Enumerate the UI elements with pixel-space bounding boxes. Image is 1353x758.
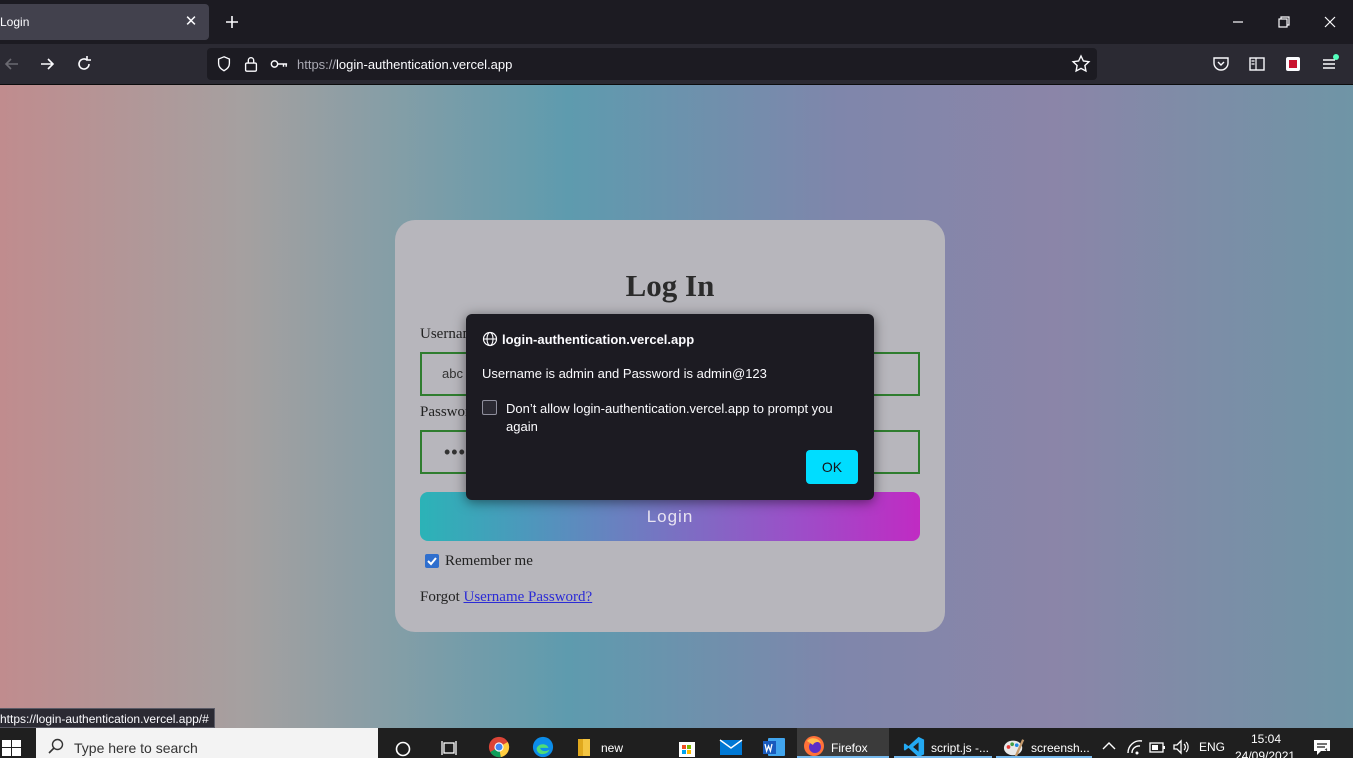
reader-sidebar-icon[interactable] xyxy=(1247,54,1267,74)
dialog-message: Username is admin and Password is admin@… xyxy=(482,366,767,381)
mail-icon[interactable] xyxy=(719,738,743,756)
url-text[interactable]: https://login-authentication.vercel.app xyxy=(297,57,512,72)
notification-count: 1 xyxy=(1324,747,1330,757)
nav-toolbar: https://login-authentication.vercel.app xyxy=(0,44,1353,85)
remember-checkbox[interactable] xyxy=(425,554,439,568)
url-host: login-authentication.vercel.app xyxy=(336,57,513,72)
new-tab-icon[interactable] xyxy=(222,12,242,32)
language-indicator[interactable]: ENG xyxy=(1199,740,1225,754)
word-icon[interactable] xyxy=(762,737,786,757)
url-protocol: https:// xyxy=(297,57,337,72)
alert-dialog: login-authentication.vercel.app Username… xyxy=(466,314,874,500)
firefox-label: Firefox xyxy=(831,741,868,755)
file-explorer-icon[interactable] xyxy=(576,737,594,757)
battery-icon[interactable] xyxy=(1149,739,1167,755)
volume-icon[interactable] xyxy=(1172,739,1190,755)
remember-label: Remember me xyxy=(445,553,533,569)
extension-icon[interactable] xyxy=(1283,54,1303,74)
chevron-up-icon[interactable] xyxy=(1102,740,1116,752)
forgot-prefix: Forgot xyxy=(420,589,460,605)
wifi-icon[interactable] xyxy=(1126,739,1144,755)
key-icon[interactable] xyxy=(269,55,289,73)
restore-icon[interactable] xyxy=(1274,12,1294,32)
taskbar-app-new[interactable]: new xyxy=(601,741,623,755)
paint-icon[interactable] xyxy=(1002,736,1026,758)
store-icon[interactable] xyxy=(677,736,697,758)
taskbar-app-firefox[interactable]: Firefox xyxy=(797,728,889,758)
shield-icon[interactable] xyxy=(215,55,233,73)
globe-icon xyxy=(482,331,498,347)
reload-icon[interactable] xyxy=(74,54,94,74)
back-icon[interactable] xyxy=(2,54,22,74)
dont-allow-label[interactable]: Don’t allow login-authentication.vercel.… xyxy=(506,400,856,436)
lock-icon[interactable] xyxy=(242,55,260,73)
password-mask: ••• xyxy=(444,442,466,462)
forward-icon[interactable] xyxy=(37,54,57,74)
tab-title: Login xyxy=(0,15,30,29)
search-icon xyxy=(48,738,64,754)
windows-start-icon[interactable] xyxy=(2,740,22,756)
username-value: abc xyxy=(442,366,463,381)
firefox-icon xyxy=(804,736,824,756)
dont-allow-checkbox[interactable] xyxy=(482,400,497,415)
url-bar[interactable]: https://login-authentication.vercel.app xyxy=(207,48,1097,80)
edge-icon[interactable] xyxy=(531,736,555,758)
checkmark-icon xyxy=(427,557,437,566)
minimize-icon[interactable] xyxy=(1228,12,1248,32)
task-view-icon[interactable] xyxy=(441,739,461,757)
status-url: https://login-authentication.vercel.app/… xyxy=(0,708,215,728)
chrome-icon[interactable] xyxy=(487,736,511,758)
clock-time[interactable]: 15:04 xyxy=(1251,732,1281,746)
forgot-link[interactable]: Username Password? xyxy=(463,589,592,605)
ok-button[interactable]: OK xyxy=(806,450,858,484)
tab-bar: Login ✕ xyxy=(0,0,1353,44)
search-placeholder: Type here to search xyxy=(74,740,198,756)
vscode-icon[interactable] xyxy=(902,736,926,758)
taskbar-app-script[interactable]: script.js -... xyxy=(931,741,989,755)
taskbar-search[interactable]: Type here to search xyxy=(36,728,378,758)
pocket-icon[interactable] xyxy=(1211,54,1231,74)
tab-close-icon[interactable]: ✕ xyxy=(181,12,201,32)
cortana-icon[interactable] xyxy=(394,740,412,758)
windows-taskbar: Type here to search new Firefox script.j… xyxy=(0,728,1353,758)
forgot-line: Forgot Username Password? xyxy=(420,589,592,606)
close-window-icon[interactable] xyxy=(1320,12,1340,32)
menu-icon[interactable] xyxy=(1319,54,1339,74)
page-title: Log In xyxy=(625,268,715,303)
clock-date[interactable]: 24/09/2021 xyxy=(1235,749,1295,758)
dialog-origin: login-authentication.vercel.app xyxy=(502,332,695,347)
tab-login[interactable]: Login ✕ xyxy=(0,4,209,40)
bookmark-star-icon[interactable] xyxy=(1071,54,1091,74)
taskbar-app-screenshot[interactable]: screensh... xyxy=(1031,741,1090,755)
